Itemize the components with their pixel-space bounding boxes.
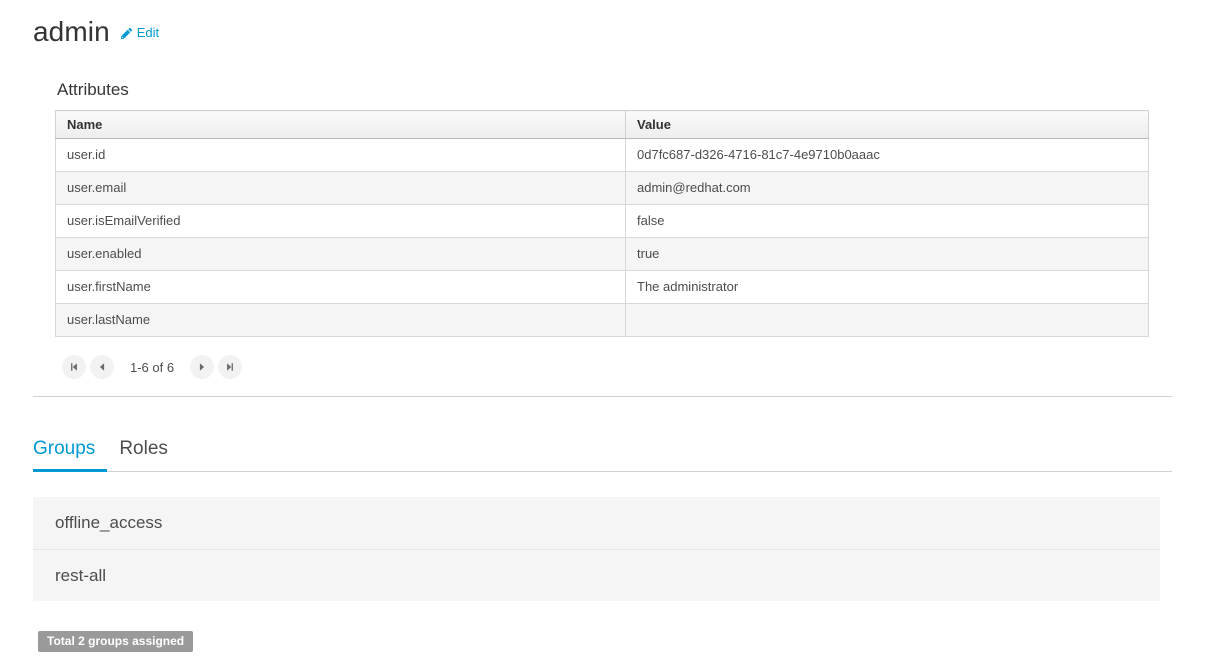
column-header-value[interactable]: Value bbox=[625, 110, 1149, 139]
table-row: user.enabled true bbox=[55, 237, 1149, 271]
attributes-table-head: Name Value bbox=[55, 110, 1149, 139]
edit-link-label: Edit bbox=[136, 25, 160, 40]
attribute-name-cell: user.enabled bbox=[55, 237, 626, 271]
attribute-value-cell: admin@redhat.com bbox=[625, 171, 1149, 205]
last-page-button[interactable] bbox=[218, 355, 243, 379]
attribute-name-cell: user.lastName bbox=[55, 303, 626, 337]
previous-page-icon bbox=[97, 362, 107, 372]
next-page-icon bbox=[197, 362, 207, 372]
table-row: user.lastName bbox=[55, 303, 1149, 337]
table-header-row: Name Value bbox=[55, 110, 1149, 139]
attribute-value-cell: false bbox=[625, 204, 1149, 238]
attribute-name-cell: user.id bbox=[55, 138, 626, 172]
tab-roles[interactable]: Roles bbox=[107, 437, 180, 472]
edit-link[interactable]: Edit bbox=[120, 25, 159, 40]
attribute-name-cell: user.email bbox=[55, 171, 626, 205]
list-item[interactable]: rest-all bbox=[33, 549, 1160, 601]
previous-page-button[interactable] bbox=[90, 355, 114, 379]
attribute-value-cell bbox=[625, 303, 1149, 337]
pagination-range-label: 1-6 of 6 bbox=[130, 359, 175, 375]
attributes-table: Name Value user.id 0d7fc687-d326-4716-81… bbox=[55, 110, 1149, 337]
groups-list: offline_access rest-all bbox=[33, 497, 1160, 601]
list-item[interactable]: offline_access bbox=[33, 497, 1160, 549]
tab-groups[interactable]: Groups bbox=[33, 437, 108, 472]
first-page-icon bbox=[69, 362, 79, 372]
first-page-button[interactable] bbox=[62, 355, 86, 379]
page-title: admin bbox=[33, 16, 110, 47]
next-page-button[interactable] bbox=[190, 355, 215, 379]
attributes-table-container: Name Value user.id 0d7fc687-d326-4716-81… bbox=[55, 110, 1149, 337]
table-row: user.firstName The administrator bbox=[55, 270, 1149, 304]
section-divider bbox=[33, 396, 1172, 397]
attribute-name-cell: user.firstName bbox=[55, 270, 626, 304]
pagination: 1-6 of 6 bbox=[60, 355, 244, 379]
attribute-value-cell: The administrator bbox=[625, 270, 1149, 304]
attribute-value-cell: 0d7fc687-d326-4716-81c7-4e9710b0aaac bbox=[625, 138, 1149, 172]
attribute-name-cell: user.isEmailVerified bbox=[55, 204, 626, 238]
attribute-value-cell: true bbox=[625, 237, 1149, 271]
attributes-table-body: user.id 0d7fc687-d326-4716-81c7-4e9710b0… bbox=[55, 138, 1149, 337]
status-badge: Total 2 groups assigned bbox=[38, 631, 194, 652]
pencil-icon bbox=[120, 27, 133, 40]
tab-bar: Groups Roles bbox=[33, 434, 1172, 472]
table-row: user.id 0d7fc687-d326-4716-81c7-4e9710b0… bbox=[55, 138, 1149, 172]
column-header-name[interactable]: Name bbox=[55, 110, 626, 139]
page-header: admin Edit bbox=[33, 14, 159, 50]
attributes-section-title: Attributes bbox=[57, 80, 129, 99]
table-row: user.email admin@redhat.com bbox=[55, 171, 1149, 205]
table-row: user.isEmailVerified false bbox=[55, 204, 1149, 238]
last-page-icon bbox=[225, 362, 235, 372]
